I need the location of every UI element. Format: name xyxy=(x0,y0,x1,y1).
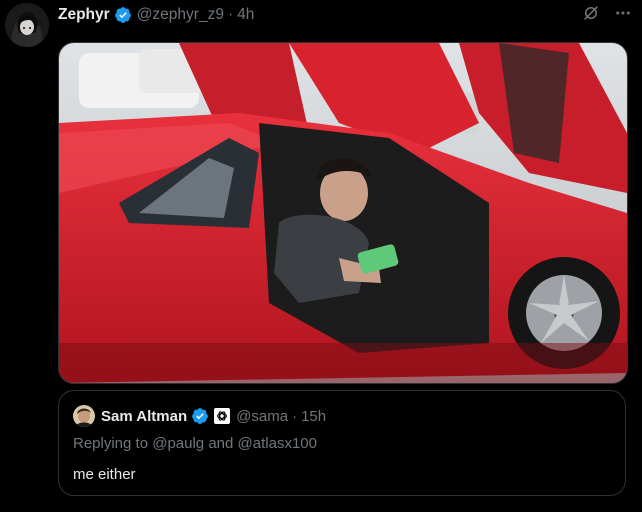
tweet-header: Zephyr @zephyr_z9 · 4h xyxy=(58,4,254,26)
tweet-actions xyxy=(582,4,632,26)
reply-user-link[interactable]: @atlasx100 xyxy=(238,435,317,452)
separator-dot: · xyxy=(292,407,298,425)
replying-to: Replying to @paulg and @atlasx100 xyxy=(73,435,317,452)
quoted-tweet-time[interactable]: 15h xyxy=(301,408,326,425)
reply-user-link[interactable]: @paulg xyxy=(152,435,204,452)
quoted-tweet-text: me either xyxy=(73,466,136,483)
verified-badge-icon xyxy=(191,407,209,425)
tweet-media[interactable] xyxy=(58,42,628,384)
separator-dot: · xyxy=(227,6,234,23)
more-icon[interactable] xyxy=(614,4,632,27)
author-handle[interactable]: @zephyr_z9 xyxy=(137,6,224,24)
grok-icon[interactable] xyxy=(582,4,600,27)
quoted-author-handle[interactable]: @sama xyxy=(236,408,288,425)
tweet-time[interactable]: 4h xyxy=(237,6,254,24)
anime-avatar-icon xyxy=(5,3,49,47)
verified-badge-icon xyxy=(114,6,132,24)
quoted-author-name[interactable]: Sam Altman xyxy=(101,408,187,425)
author-avatar[interactable] xyxy=(5,3,49,47)
video-thumbnail-image xyxy=(59,43,627,383)
reply-prefix: Replying to xyxy=(73,435,153,452)
openai-logo-icon[interactable] xyxy=(214,408,231,424)
quoted-tweet-header: Sam Altman @sama · 15h xyxy=(73,405,326,427)
author-name[interactable]: Zephyr xyxy=(58,6,110,24)
quoted-author-avatar[interactable] xyxy=(73,405,95,427)
quoted-tweet[interactable]: Sam Altman @sama · 15h Replying to @paul… xyxy=(58,390,626,496)
reply-and: and xyxy=(204,435,238,452)
